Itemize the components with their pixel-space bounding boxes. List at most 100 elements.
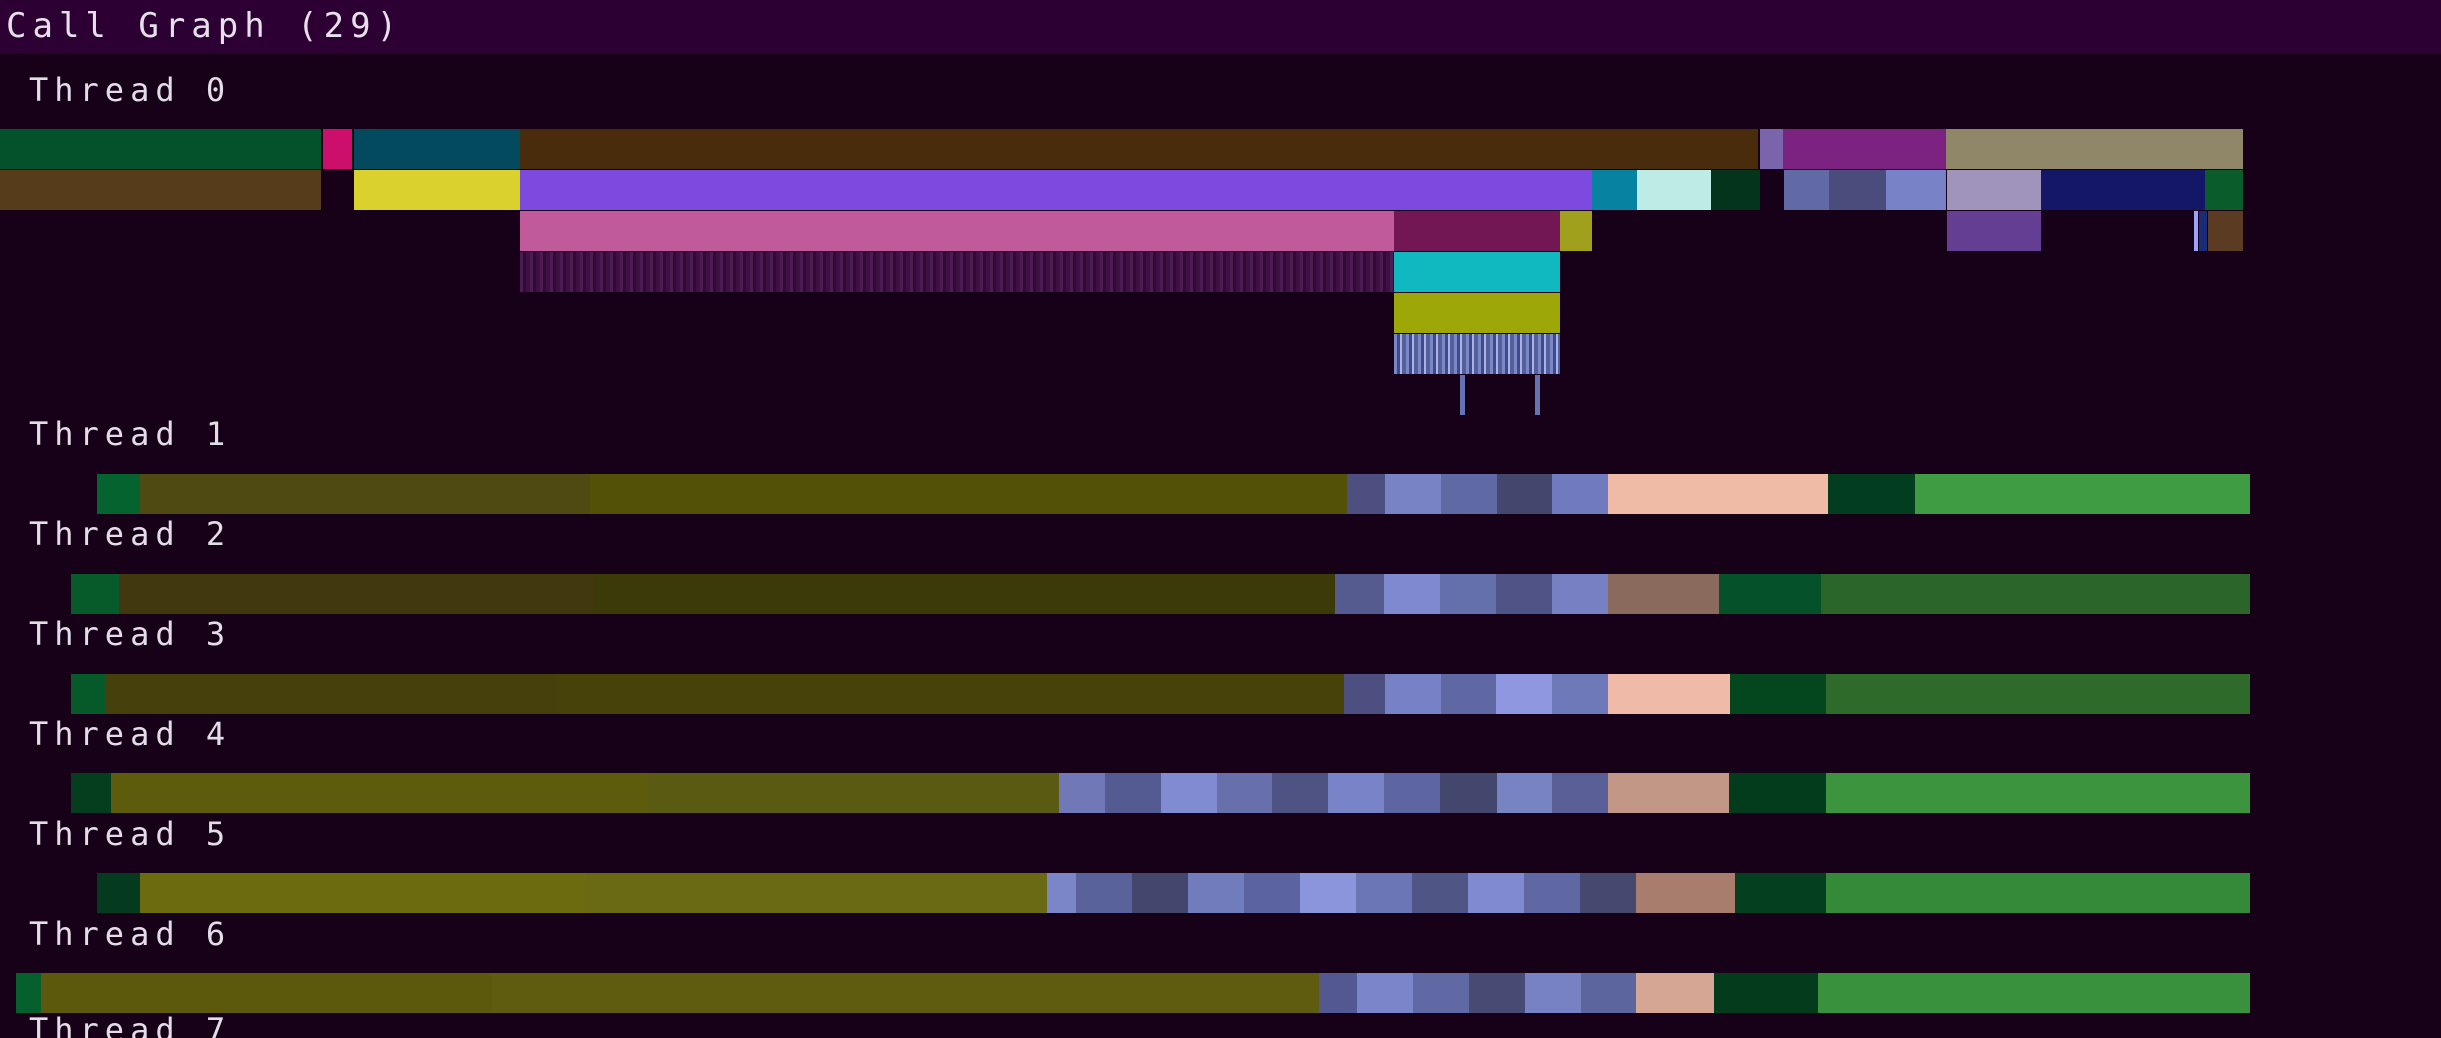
call-block[interactable] xyxy=(1496,574,1552,614)
call-block[interactable] xyxy=(1636,973,1714,1013)
call-block[interactable] xyxy=(97,474,140,514)
call-block[interactable] xyxy=(1608,674,1730,714)
call-block[interactable] xyxy=(1412,873,1468,913)
call-block[interactable] xyxy=(1560,211,1592,251)
call-block[interactable] xyxy=(648,773,1059,813)
call-block[interactable] xyxy=(594,574,1335,614)
call-block[interactable] xyxy=(1719,574,1821,614)
call-block[interactable] xyxy=(1735,873,1826,913)
call-block[interactable] xyxy=(1608,773,1729,813)
call-block[interactable] xyxy=(1947,211,2041,251)
call-block[interactable] xyxy=(1818,973,2250,1013)
call-block[interactable] xyxy=(1413,973,1469,1013)
call-block[interactable] xyxy=(1469,973,1525,1013)
call-block[interactable] xyxy=(111,773,648,813)
call-block[interactable] xyxy=(97,873,140,913)
call-block[interactable] xyxy=(1468,873,1524,913)
call-block[interactable] xyxy=(1497,474,1552,514)
call-block[interactable] xyxy=(354,170,520,210)
call-block[interactable] xyxy=(1821,574,2250,614)
call-block[interactable] xyxy=(1637,170,1711,210)
call-block[interactable] xyxy=(1535,375,1540,415)
call-block[interactable] xyxy=(1947,170,2041,210)
call-block[interactable] xyxy=(71,674,105,714)
call-block-cluster[interactable] xyxy=(520,252,1394,292)
call-block[interactable] xyxy=(1524,873,1580,913)
call-block[interactable] xyxy=(1608,574,1719,614)
call-block-cluster[interactable] xyxy=(1394,334,1560,374)
call-block[interactable] xyxy=(323,129,352,169)
call-block[interactable] xyxy=(1132,873,1188,913)
call-block[interactable] xyxy=(1335,574,1384,614)
call-block[interactable] xyxy=(1552,674,1608,714)
call-block[interactable] xyxy=(1730,674,1826,714)
call-block[interactable] xyxy=(119,574,594,614)
call-block[interactable] xyxy=(1886,170,1946,210)
call-block[interactable] xyxy=(1347,474,1385,514)
call-block[interactable] xyxy=(1357,973,1413,1013)
call-block[interactable] xyxy=(0,129,321,169)
call-block[interactable] xyxy=(557,674,1344,714)
call-block[interactable] xyxy=(1440,574,1496,614)
call-block[interactable] xyxy=(105,674,557,714)
call-block[interactable] xyxy=(0,170,321,210)
call-block[interactable] xyxy=(1497,773,1552,813)
call-block[interactable] xyxy=(1592,170,1637,210)
call-block[interactable] xyxy=(1300,873,1356,913)
call-block[interactable] xyxy=(1394,293,1560,333)
call-block[interactable] xyxy=(1394,211,1560,251)
call-block[interactable] xyxy=(1105,773,1161,813)
call-block[interactable] xyxy=(1385,674,1441,714)
call-block[interactable] xyxy=(1711,170,1760,210)
call-block[interactable] xyxy=(1552,474,1608,514)
call-block[interactable] xyxy=(590,474,1347,514)
call-block[interactable] xyxy=(1356,873,1412,913)
call-block[interactable] xyxy=(1826,873,2250,913)
call-block[interactable] xyxy=(41,973,492,1013)
call-block[interactable] xyxy=(2199,211,2207,251)
call-block[interactable] xyxy=(1244,873,1300,913)
call-block[interactable] xyxy=(520,211,1394,251)
call-block[interactable] xyxy=(1828,474,1915,514)
call-block[interactable] xyxy=(1059,773,1105,813)
call-block[interactable] xyxy=(1580,873,1636,913)
call-block[interactable] xyxy=(1076,873,1132,913)
call-block[interactable] xyxy=(1915,474,2250,514)
call-block[interactable] xyxy=(1783,129,1946,169)
call-block[interactable] xyxy=(1829,170,1886,210)
call-block[interactable] xyxy=(1161,773,1217,813)
call-block[interactable] xyxy=(2205,170,2243,210)
call-block[interactable] xyxy=(2041,170,2205,210)
call-graph-viewport[interactable]: Thread 0 Thread 1 Thread 2 Thread 3 Thre… xyxy=(0,54,2441,1038)
call-block[interactable] xyxy=(520,170,1592,210)
call-block[interactable] xyxy=(71,574,119,614)
call-block[interactable] xyxy=(1441,674,1496,714)
call-block[interactable] xyxy=(1525,973,1581,1013)
call-block[interactable] xyxy=(1460,375,1465,415)
call-block[interactable] xyxy=(1760,129,1783,169)
call-block[interactable] xyxy=(140,873,586,913)
call-block[interactable] xyxy=(1385,474,1441,514)
call-block[interactable] xyxy=(1384,574,1440,614)
call-block[interactable] xyxy=(1608,474,1828,514)
call-block[interactable] xyxy=(1217,773,1272,813)
call-block[interactable] xyxy=(520,129,1758,169)
call-block[interactable] xyxy=(1344,674,1385,714)
call-block[interactable] xyxy=(1496,674,1552,714)
call-block[interactable] xyxy=(71,773,111,813)
call-block[interactable] xyxy=(1581,973,1636,1013)
call-block[interactable] xyxy=(1440,773,1497,813)
call-block[interactable] xyxy=(1552,574,1608,614)
call-block[interactable] xyxy=(1188,873,1244,913)
call-block[interactable] xyxy=(1826,674,2250,714)
call-block[interactable] xyxy=(1714,973,1818,1013)
call-block[interactable] xyxy=(2194,211,2198,251)
call-block[interactable] xyxy=(140,474,590,514)
call-block[interactable] xyxy=(1826,773,2250,813)
call-block[interactable] xyxy=(1552,773,1608,813)
call-block[interactable] xyxy=(1394,252,1560,292)
call-block[interactable] xyxy=(1441,474,1497,514)
call-block[interactable] xyxy=(16,973,41,1013)
call-block[interactable] xyxy=(1047,873,1076,913)
call-block[interactable] xyxy=(354,129,520,169)
